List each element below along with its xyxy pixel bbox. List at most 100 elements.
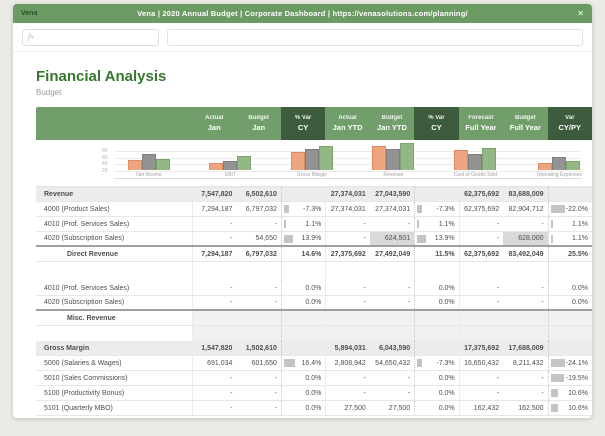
value-cell[interactable]: 83,492,049 (503, 247, 547, 261)
value-cell[interactable]: 27,374,031 (325, 187, 369, 201)
variance-cell[interactable]: 14.6% (280, 247, 325, 261)
value-cell[interactable]: - (370, 281, 414, 295)
fx-cell-reference-box[interactable]: fx (22, 28, 159, 46)
variance-cell[interactable]: 0.0% (280, 401, 325, 415)
variance-cell[interactable]: 11.5% (414, 247, 458, 261)
row-label[interactable]: 5010 (Sales Commissions) (36, 371, 192, 385)
value-cell[interactable]: - (370, 371, 414, 385)
value-cell[interactable]: 1,547,820 (192, 341, 236, 355)
value-cell[interactable]: - (370, 386, 414, 400)
variance-cell[interactable]: -7.3% (414, 202, 458, 216)
value-cell[interactable]: - (503, 371, 547, 385)
value-cell[interactable]: - (192, 371, 236, 385)
value-cell[interactable]: 82,904,712 (503, 202, 547, 216)
row-label[interactable]: 4020 (Subscription Sales) (36, 232, 192, 245)
value-cell[interactable]: 62,375,692 (458, 187, 503, 201)
value-cell[interactable]: 27,043,590 (370, 187, 414, 201)
variance-cell[interactable]: 0.0% (414, 281, 458, 295)
value-cell[interactable]: 162,432 (458, 401, 503, 415)
row-label[interactable]: Revenue (36, 187, 192, 201)
variance-cell[interactable]: 1.1% (414, 217, 458, 231)
variance-cell[interactable]: 0.0% (280, 386, 325, 400)
value-cell[interactable]: - (236, 281, 280, 295)
row-label[interactable]: 4020 (Subscription Sales) (36, 296, 192, 309)
value-cell[interactable]: 1,502,610 (236, 341, 280, 355)
value-cell[interactable]: - (370, 296, 414, 309)
variance-cell[interactable]: -24.1% (547, 356, 592, 370)
row-label[interactable]: 4000 (Product Sales) (36, 202, 192, 216)
value-cell[interactable]: 27,492,049 (370, 247, 414, 261)
variance-cell[interactable]: 1.1% (280, 217, 325, 231)
row-label[interactable]: Gross Margin (36, 341, 192, 355)
value-cell[interactable]: 162,500 (503, 401, 547, 415)
value-cell[interactable]: - (325, 386, 369, 400)
value-cell[interactable]: 6,797,032 (236, 202, 280, 216)
value-cell[interactable]: - (236, 296, 280, 309)
value-cell[interactable]: 628,000 (503, 232, 548, 245)
value-cell[interactable]: - (325, 232, 369, 245)
value-cell[interactable]: - (236, 386, 280, 400)
value-cell[interactable]: 16,650,432 (458, 356, 503, 370)
row-label[interactable]: 5101 (Quarterly MBO) (36, 401, 192, 415)
variance-cell[interactable]: -19.5% (547, 371, 592, 385)
variance-cell[interactable]: 0.0% (280, 371, 325, 385)
close-icon[interactable]: ✕ (494, 9, 584, 18)
variance-cell[interactable]: 0.0% (280, 296, 325, 309)
variance-cell[interactable]: 0.0% (280, 281, 325, 295)
variance-cell[interactable]: 1.1% (547, 232, 592, 245)
variance-cell[interactable]: 13.9% (414, 232, 458, 245)
row-label[interactable]: 4010 (Prof. Services Sales) (36, 217, 192, 231)
value-cell[interactable]: 27,374,031 (325, 202, 369, 216)
value-cell[interactable]: - (192, 401, 236, 415)
value-cell[interactable]: - (236, 401, 280, 415)
variance-cell[interactable]: 0.0% (414, 296, 458, 309)
row-label[interactable]: 5100 (Productivity Bonus) (36, 386, 192, 400)
variance-cell[interactable]: 10.6% (547, 386, 592, 400)
value-cell[interactable]: - (325, 371, 369, 385)
value-cell[interactable]: 54,650 (236, 232, 280, 245)
variance-cell[interactable]: 0.0% (414, 401, 458, 415)
value-cell[interactable]: - (503, 217, 547, 231)
value-cell[interactable]: 6,502,610 (236, 187, 280, 201)
variance-cell[interactable]: 0.0% (414, 371, 458, 385)
value-cell[interactable]: 62,375,692 (458, 202, 503, 216)
row-label[interactable]: Misc. Revenue (36, 311, 192, 325)
variance-cell[interactable]: -7.3% (414, 356, 458, 370)
value-cell[interactable]: - (458, 371, 503, 385)
value-cell[interactable]: 7,294,187 (192, 202, 236, 216)
value-cell[interactable]: - (503, 281, 547, 295)
value-cell[interactable]: - (458, 217, 503, 231)
value-cell[interactable]: 691,034 (192, 356, 236, 370)
value-cell[interactable]: - (458, 296, 503, 309)
value-cell[interactable]: - (192, 386, 236, 400)
value-cell[interactable]: 601,650 (236, 356, 280, 370)
value-cell[interactable]: - (503, 296, 547, 309)
value-cell[interactable]: 2,808,942 (325, 356, 369, 370)
value-cell[interactable]: - (192, 281, 236, 295)
value-cell[interactable]: 62,375,692 (458, 247, 503, 261)
value-cell[interactable]: - (236, 371, 280, 385)
variance-cell[interactable]: 0.0% (547, 281, 592, 295)
value-cell[interactable]: 624,501 (369, 232, 415, 245)
value-cell[interactable]: - (236, 217, 280, 231)
value-cell[interactable]: 27,374,031 (370, 202, 414, 216)
value-cell[interactable]: - (458, 386, 503, 400)
variance-cell[interactable]: 1.1% (547, 217, 592, 231)
value-cell[interactable]: - (503, 386, 547, 400)
row-label[interactable]: Direct Revenue (36, 247, 192, 261)
value-cell[interactable]: 27,500 (325, 401, 369, 415)
value-cell[interactable]: - (370, 217, 414, 231)
variance-cell[interactable]: 10.6% (547, 401, 592, 415)
row-label[interactable]: 5000 (Salaries & Wages) (36, 356, 192, 370)
value-cell[interactable]: 27,500 (370, 401, 414, 415)
formula-input[interactable] (167, 28, 583, 46)
value-cell[interactable]: 17,375,692 (458, 341, 503, 355)
value-cell[interactable]: - (325, 281, 369, 295)
value-cell[interactable]: - (192, 217, 236, 231)
row-label[interactable]: 4010 (Prof. Services Sales) (36, 281, 192, 295)
value-cell[interactable]: 17,688,009 (503, 341, 547, 355)
variance-cell[interactable]: -7.3% (280, 202, 325, 216)
value-cell[interactable]: - (458, 232, 503, 245)
value-cell[interactable]: - (325, 217, 369, 231)
value-cell[interactable]: - (325, 296, 369, 309)
